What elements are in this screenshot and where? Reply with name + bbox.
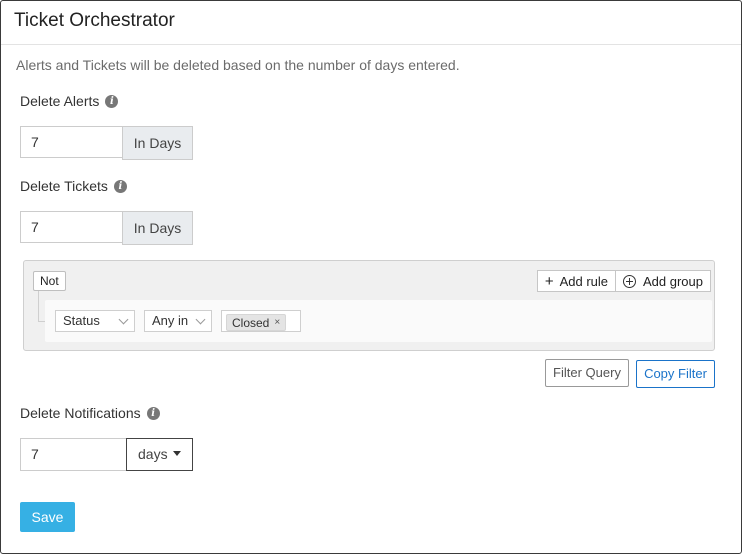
caret-down-icon (172, 450, 181, 456)
remove-tag-icon[interactable]: × (274, 316, 280, 330)
delete-alerts-input[interactable]: 7 (20, 126, 123, 158)
filter-query-button[interactable]: Filter Query (545, 359, 629, 387)
notification-unit-dropdown[interactable]: days (126, 438, 193, 471)
rule-field-select[interactable]: Status (55, 310, 135, 332)
info-icon[interactable]: i (105, 94, 119, 108)
chevron-down-icon (195, 314, 206, 325)
plus-circle-icon (623, 274, 636, 288)
rule-values-multiselect[interactable]: Closed × (221, 310, 301, 332)
save-button[interactable]: Save (20, 502, 75, 532)
delete-tickets-unit-addon: In Days (122, 211, 193, 245)
header: Ticket Orchestrator (1, 1, 741, 44)
delete-alerts-label-group: Delete Alerts i (20, 93, 119, 109)
add-group-button[interactable]: Add group (616, 270, 711, 292)
delete-tickets-input[interactable]: 7 (20, 211, 123, 243)
rule-operator-value: Any in (152, 313, 189, 328)
value-tag-closed: Closed × (226, 314, 287, 331)
delete-notifications-label: Delete Notifications (20, 405, 141, 421)
query-builder: Not + Add rule Add group Status Any in C… (23, 260, 715, 351)
delete-tickets-label-group: Delete Tickets i (20, 178, 127, 194)
query-builder-actions: + Add rule Add group (536, 270, 711, 292)
add-rule-button[interactable]: + Add rule (536, 270, 616, 292)
page-description: Alerts and Tickets will be deleted based… (16, 57, 460, 73)
not-toggle-button[interactable]: Not (33, 271, 66, 291)
notification-unit-value: days (138, 446, 168, 462)
delete-alerts-unit-addon: In Days (122, 126, 193, 160)
info-icon[interactable]: i (113, 179, 127, 193)
page-title: Ticket Orchestrator (14, 10, 175, 31)
value-tag-label: Closed (232, 315, 270, 330)
copy-filter-button[interactable]: Copy Filter (636, 360, 715, 388)
header-divider (1, 44, 741, 45)
delete-tickets-label: Delete Tickets (20, 178, 108, 194)
chevron-down-icon (118, 314, 129, 325)
plus-icon: + (544, 272, 554, 290)
delete-notifications-label-group: Delete Notifications i (20, 405, 160, 421)
delete-notifications-input[interactable]: 7 (20, 438, 127, 471)
add-rule-label: Add rule (559, 273, 608, 289)
query-rule-row: Status Any in Closed × (45, 300, 712, 342)
add-group-label: Add group (643, 273, 703, 289)
info-icon[interactable]: i (146, 406, 160, 420)
rule-operator-select[interactable]: Any in (144, 310, 212, 332)
delete-alerts-label: Delete Alerts (20, 93, 100, 109)
rule-field-value: Status (63, 313, 100, 328)
